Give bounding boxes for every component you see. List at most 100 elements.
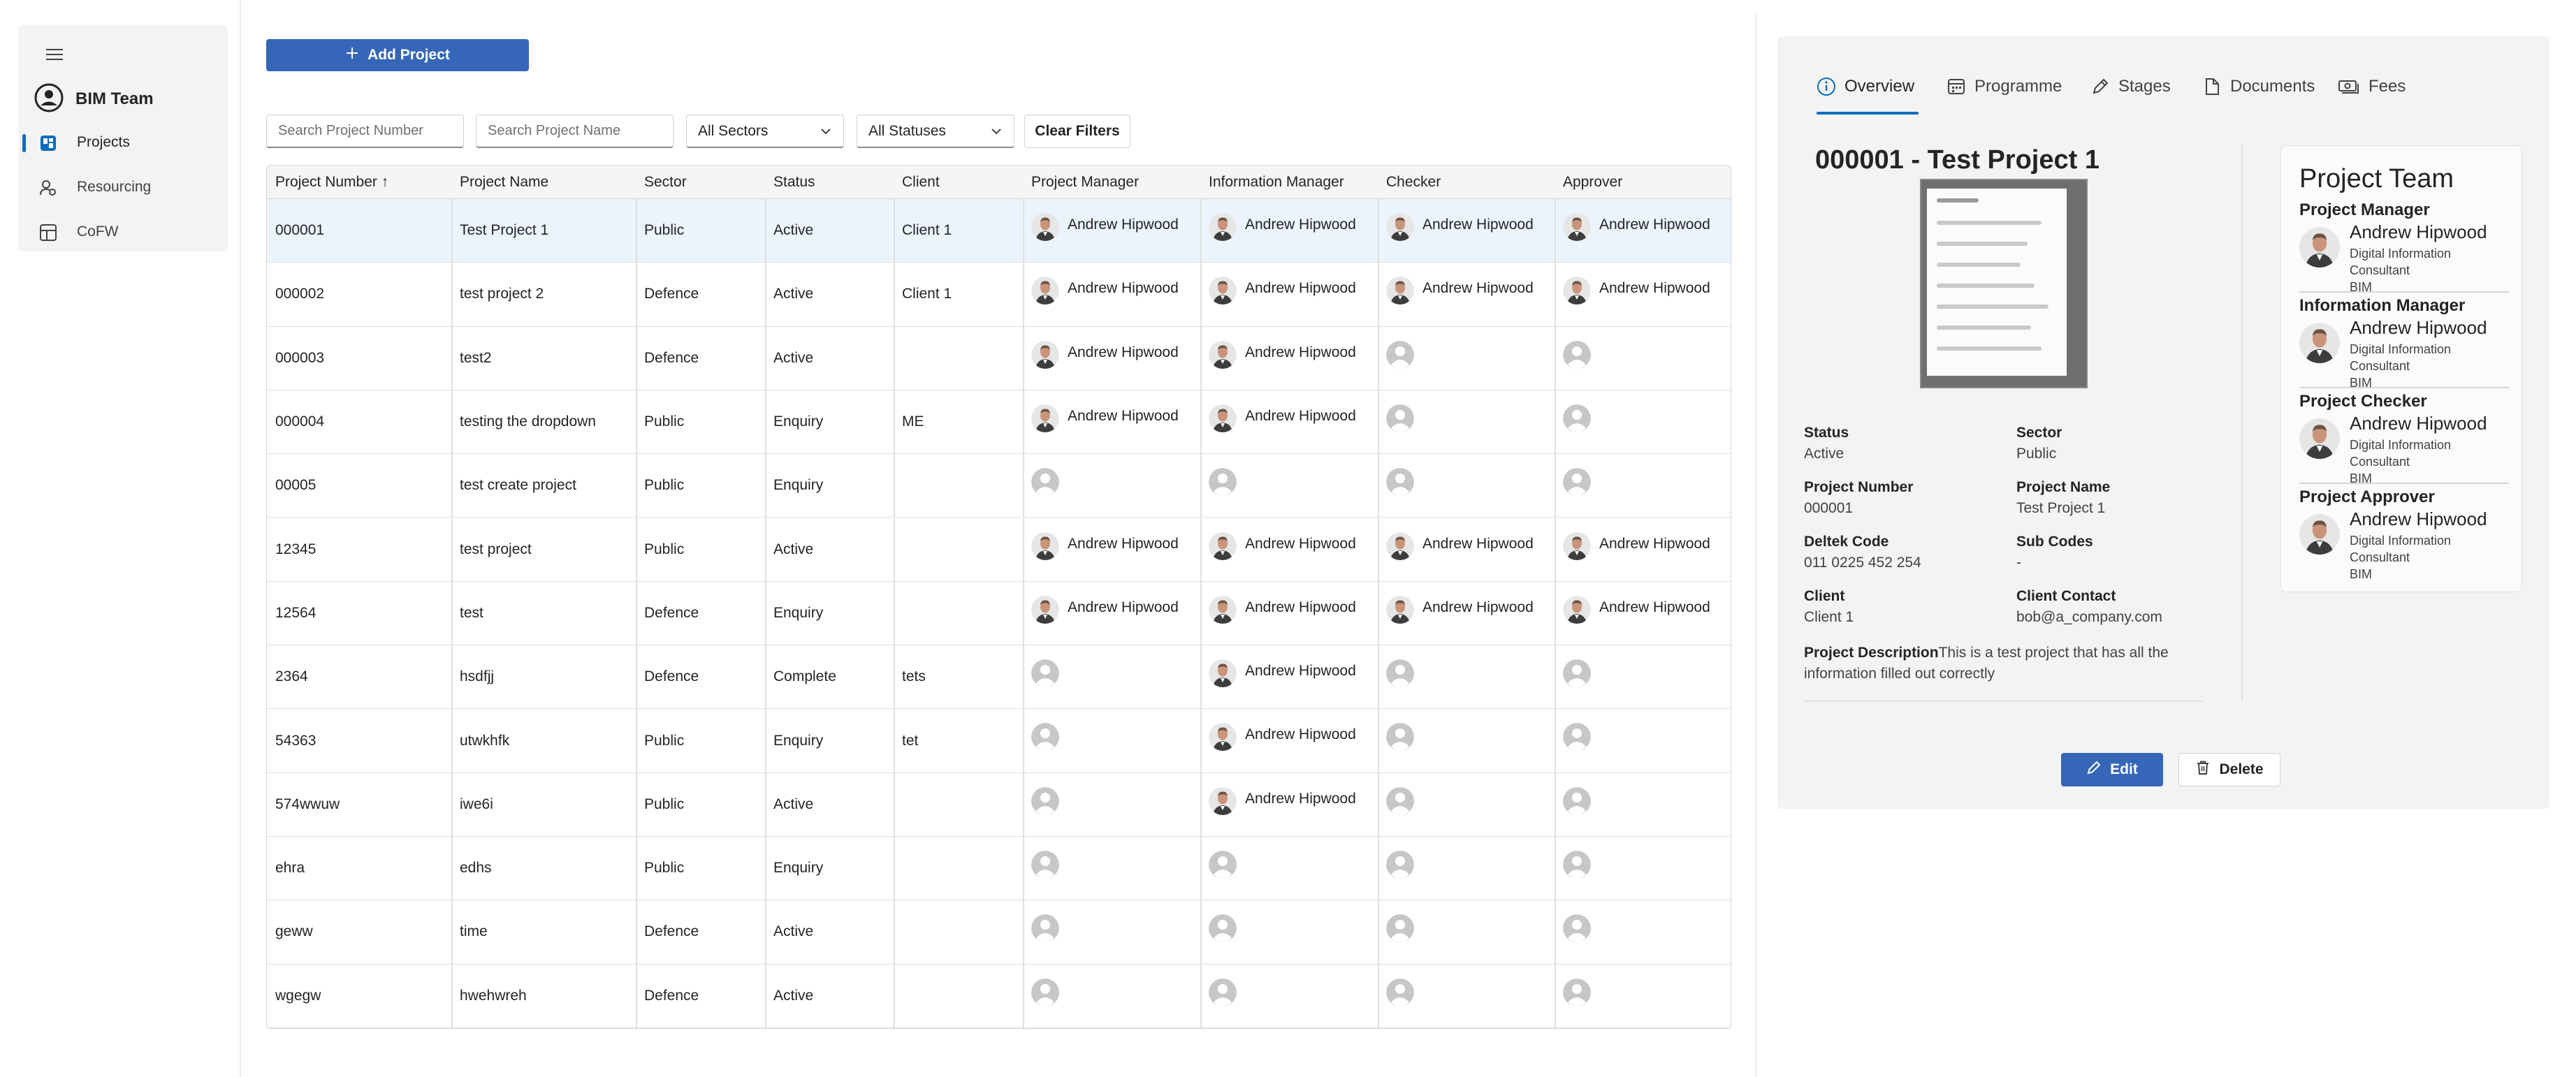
cell-project-manager (1031, 978, 1059, 1006)
table-row[interactable]: geww time Defence Active (267, 900, 1731, 965)
nav-item-resourcing[interactable]: Resourcing (18, 166, 228, 208)
cell-client (894, 518, 902, 581)
cell-project-name: test2 (460, 349, 492, 366)
avatar (1031, 851, 1059, 879)
table-row[interactable]: 574wwuw iwe6i Public Active Andrew Hipwood (267, 772, 1731, 837)
avatar (1031, 914, 1059, 943)
cell-information-manager: Andrew Hipwood (1209, 723, 1356, 752)
nav-item-label: Projects (77, 134, 130, 150)
cell-status: Enquiry (773, 860, 824, 877)
cell-sector: Public (644, 222, 685, 239)
column-divider (1378, 454, 1379, 518)
column-divider (1023, 263, 1024, 326)
deltek-code-value: 011 0225 452 254 (1804, 555, 1921, 571)
cell-client: tet (902, 732, 919, 749)
status-filter-dropdown[interactable]: All Statuses (857, 115, 1014, 148)
clear-filters-button[interactable]: Clear Filters (1024, 115, 1130, 148)
search-project-name-input[interactable] (476, 115, 674, 148)
sub-codes-label: Sub Codes (2016, 534, 2093, 550)
tab-fees[interactable]: Fees (2338, 73, 2406, 115)
column-header-sector[interactable]: Sector (636, 166, 687, 199)
avatar (1563, 978, 1591, 1006)
column-header-project-manager[interactable]: Project Manager (1023, 166, 1139, 199)
search-project-number-input[interactable] (266, 115, 464, 148)
cell-checker (1386, 723, 1414, 752)
cell-sector: Defence (644, 349, 699, 366)
avatar (1031, 404, 1059, 432)
money-icon (2338, 77, 2360, 101)
table-row[interactable]: 12564 test Defence Enquiry Andrew Hipwood And… (267, 581, 1731, 646)
table-row[interactable]: 54363 utwkhfk Public Enquiry tet Andrew Hipwo… (267, 709, 1731, 773)
column-divider (1378, 837, 1379, 900)
thumbnail-document (1927, 189, 2067, 376)
tab-documents[interactable]: Documents (2202, 73, 2315, 115)
cell-project-manager: Andrew Hipwood (1031, 340, 1179, 369)
table-row[interactable]: 000002 test project 2 Defence Active Client … (267, 263, 1731, 327)
tab-overview[interactable]: Overview (1817, 73, 1919, 115)
avatar (1386, 914, 1414, 943)
add-project-button[interactable]: Add Project (266, 39, 529, 71)
edit-label: Edit (2110, 761, 2138, 777)
column-divider (1555, 326, 1556, 390)
sector-filter-dropdown[interactable]: All Sectors (686, 115, 844, 148)
column-header-checker[interactable]: Checker (1378, 166, 1441, 199)
column-divider (1200, 518, 1202, 581)
avatar (1209, 786, 1237, 815)
avatar (1386, 786, 1414, 815)
client-contact-value: bob@a_company.com (2016, 609, 2162, 625)
column-divider (1555, 454, 1556, 518)
column-header-approver[interactable]: Approver (1555, 166, 1622, 199)
cell-approver: Andrew Hipwood (1563, 213, 1710, 241)
cell-sector: Defence (644, 286, 699, 302)
avatar (1386, 468, 1414, 497)
column-header-client[interactable]: Client (894, 166, 940, 199)
team-member-job-title: Digital Information Consultant BIM (2350, 245, 2489, 295)
cell-project-number: 2364 (275, 668, 308, 685)
table-row[interactable]: 00005 test create project Public Enquiry (267, 454, 1731, 518)
cell-checker (1386, 404, 1414, 432)
tab-programme[interactable]: Programme (1946, 73, 2062, 115)
calendar-icon (1946, 77, 1966, 101)
client-label: Client (1804, 588, 1845, 604)
nav-card: BIM Team Projects Resourcing CoFW (18, 25, 228, 251)
avatar (1209, 340, 1237, 369)
table-row[interactable]: wgegw hwehwreh Defence Active (267, 964, 1731, 1028)
project-thumbnail-image[interactable] (1920, 179, 2088, 388)
column-header-project-number[interactable]: Project Number ↑ (267, 166, 388, 199)
table-row[interactable]: 000004 testing the dropdown Public Enquiry M… (267, 390, 1731, 455)
delete-button[interactable]: Delete (2178, 753, 2280, 786)
team-member-name: Andrew Hipwood (2350, 508, 2487, 529)
avatar (1031, 595, 1059, 624)
column-divider (1378, 263, 1379, 326)
nav-item-cofw[interactable]: CoFW (18, 211, 228, 253)
column-divider (1378, 900, 1379, 964)
avatar (1386, 659, 1414, 688)
cell-information-manager: Andrew Hipwood (1209, 786, 1356, 815)
column-header-project-name[interactable]: Project Name (451, 166, 548, 199)
cell-project-name: test (460, 604, 483, 621)
table-row[interactable]: 2364 hsdfjj Defence Complete tets Andrew Hipw… (267, 645, 1731, 710)
person-name: Andrew Hipwood (1068, 280, 1179, 297)
column-divider (1200, 263, 1202, 326)
person-name: Andrew Hipwood (1599, 280, 1710, 297)
column-header-information-manager[interactable]: Information Manager (1200, 166, 1344, 199)
avatar (1209, 659, 1237, 688)
cell-project-manager (1031, 659, 1059, 688)
column-divider (1023, 772, 1024, 836)
column-divider (1378, 709, 1379, 772)
tab-stages[interactable]: Stages (2090, 73, 2171, 115)
cell-sector: Defence (644, 668, 699, 685)
table-row[interactable]: ehra edhs Public Enquiry (267, 837, 1731, 901)
table-row[interactable]: 000003 test2 Defence Active Andrew Hipwood An… (267, 326, 1731, 390)
client-contact-label: Client Contact (2016, 588, 2116, 604)
edit-button[interactable]: Edit (2061, 753, 2163, 786)
column-header-status[interactable]: Status (765, 166, 815, 199)
status-filter-value: All Statuses (868, 122, 946, 139)
table-row[interactable]: 000001 Test Project 1 Public Active Client 1… (267, 199, 1731, 263)
team-member: Andrew Hipwood Digital Information Consul… (2299, 507, 2509, 591)
cell-approver (1563, 659, 1591, 688)
hamburger-menu-icon[interactable] (41, 41, 68, 68)
table-row[interactable]: 12345 test project Public Active Andrew Hipw… (267, 518, 1731, 582)
column-divider (1200, 390, 1202, 454)
nav-item-projects[interactable]: Projects (18, 122, 228, 163)
